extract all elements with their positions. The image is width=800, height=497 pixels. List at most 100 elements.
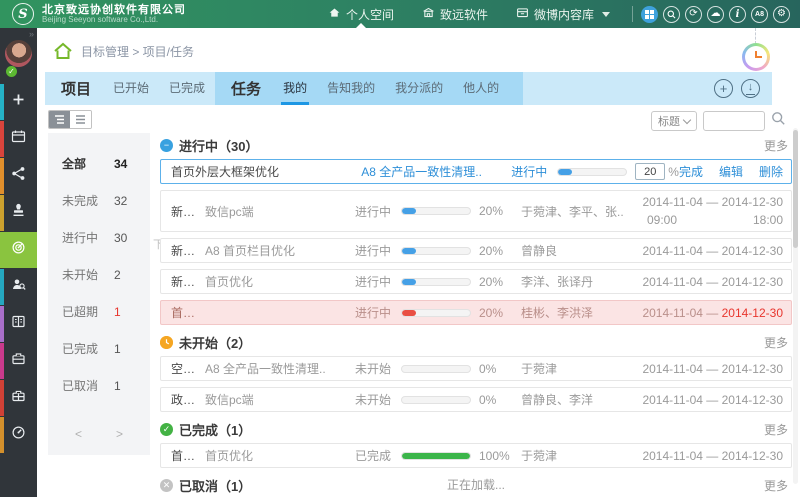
- task-row[interactable]: 新老首页大背景图上传A8 首页栏目优化进行中20%曾静良2014-11-04 —…: [160, 238, 792, 263]
- topbar-icon-group: ⟳ ☁ i A8 ⚙: [641, 6, 800, 23]
- sync-icon[interactable]: ⟳: [685, 6, 702, 23]
- date-line: 2014-11-04 — 2014-12-30: [633, 447, 783, 465]
- stat-label: 已取消: [62, 377, 114, 394]
- tab-project[interactable]: 项目: [45, 78, 103, 99]
- sidebar-item-address-book[interactable]: [0, 306, 37, 342]
- delete-link[interactable]: 删除: [759, 163, 783, 180]
- plus-icon: [11, 92, 26, 112]
- stat-row-未完成[interactable]: 未完成32: [48, 182, 150, 219]
- task-project[interactable]: A8 全产品一致性清理..: [361, 163, 511, 180]
- tree-view-button[interactable]: [49, 111, 70, 128]
- subtab-task-告知我的[interactable]: 告知我的: [317, 72, 385, 105]
- search-field-dropdown[interactable]: 标题: [651, 111, 697, 131]
- task-row[interactable]: 首页外层大框架优化首页优化已完成100%于菀津2014-11-04 — 2014…: [160, 443, 792, 468]
- progress-fill: [558, 169, 572, 175]
- list-view-button[interactable]: [70, 111, 91, 128]
- sidebar-item-workflow[interactable]: [0, 158, 37, 194]
- pager-next-icon[interactable]: >: [116, 427, 123, 441]
- task-row[interactable]: 首页外层大框架优化A8 全产品一致性清理..进行中%完成编辑删除: [160, 159, 792, 184]
- search-input[interactable]: [703, 111, 765, 131]
- scrollbar-thumb[interactable]: [793, 130, 798, 248]
- date-start: 2014-11-04 —: [642, 244, 721, 258]
- task-row[interactable]: 政务新首页工作项致信pc端未开始0%曾静良、李洋2014-11-04 — 201…: [160, 387, 792, 412]
- check-icon[interactable]: ✓: [160, 423, 173, 436]
- top-nav: 个人空间致远软件微博内容库: [314, 0, 624, 28]
- pager-prev-icon[interactable]: <: [75, 427, 82, 441]
- date-range: 2014-11-04 — 2014-12-30: [633, 242, 783, 260]
- group-header: ✓已完成（1）更多: [160, 418, 792, 440]
- nav-item-weibo-library[interactable]: 微博内容库: [502, 0, 624, 28]
- complete-link[interactable]: 完成: [679, 163, 703, 180]
- stat-label: 进行中: [62, 229, 114, 246]
- clock-icon[interactable]: [160, 336, 173, 349]
- add-task-button[interactable]: +: [714, 79, 733, 98]
- cloud-icon[interactable]: ☁: [707, 6, 724, 23]
- item-color-strip: [0, 121, 4, 157]
- subtab-project-已完成[interactable]: 已完成: [159, 72, 215, 105]
- hanging-clock-widget[interactable]: [741, 28, 771, 74]
- tab-bar: 项目 已开始已完成 任务 我的告知我的我分派的他人的 + ↓: [45, 72, 772, 105]
- date-range: 2014-11-04 — 2014-12-30: [633, 447, 783, 465]
- assignee-names: 曾静良、李洋: [521, 391, 633, 408]
- task-list: −进行中（30）更多首页外层大框架优化A8 全产品一致性清理..进行中%完成编辑…: [160, 130, 792, 497]
- progress-fill: [402, 208, 416, 214]
- group-more-link[interactable]: 更多: [764, 334, 792, 351]
- a8-icon[interactable]: A8: [751, 6, 768, 23]
- sidebar-item-approval[interactable]: [0, 195, 37, 231]
- task-status: 已完成: [355, 447, 401, 464]
- search-submit-icon[interactable]: [771, 111, 786, 131]
- nav-item-seeyon-software[interactable]: 致远软件: [408, 0, 502, 28]
- stat-row-全部[interactable]: 全部34: [48, 145, 150, 182]
- download-button[interactable]: ↓: [741, 79, 760, 98]
- progress-percent: 20%: [479, 306, 521, 320]
- search-icon[interactable]: [663, 6, 680, 23]
- progress-input[interactable]: [635, 163, 665, 180]
- sidebar-item-schedule[interactable]: [0, 121, 37, 157]
- task-row[interactable]: 新首页新增栏目细分首页优化进行中20%李洋、张译丹2014-11-04 — 20…: [160, 269, 792, 294]
- item-color-strip: [0, 306, 4, 342]
- group-label: 未开始（2）: [179, 333, 251, 352]
- sidebar-item-dashboard[interactable]: [0, 417, 37, 453]
- subtab-task-我的[interactable]: 我的: [273, 72, 317, 105]
- group-more-link[interactable]: 更多: [764, 421, 792, 438]
- group-more-link[interactable]: 更多: [764, 137, 792, 154]
- nav-item-personal-space[interactable]: 个人空间: [314, 0, 408, 28]
- sidebar-item-business[interactable]: [0, 343, 37, 379]
- item-color-strip: [0, 343, 4, 379]
- stat-row-进行中[interactable]: 进行中30: [48, 219, 150, 256]
- settings-icon[interactable]: ⚙: [773, 6, 790, 23]
- sidebar-item-toolbox[interactable]: [0, 380, 37, 416]
- subtab-project-已开始[interactable]: 已开始: [103, 72, 159, 105]
- task-row[interactable]: 新老首页并存功能（确认新老框架切换的方式）致信pc端进行中20%于菀津、李平、张…: [160, 190, 792, 232]
- stat-row-已超期[interactable]: 已超期1: [48, 293, 150, 330]
- gauge-icon: [11, 425, 26, 445]
- stat-row-未开始[interactable]: 未开始2: [48, 256, 150, 293]
- task-title: 首页外层大框架优化: [171, 304, 205, 321]
- progress-bar: [401, 396, 471, 404]
- sidebar-item-hr[interactable]: [0, 269, 37, 305]
- sidebar-item-target-management[interactable]: [0, 232, 37, 268]
- date-range: 2014-11-04 — 2014-12-30: [633, 304, 783, 322]
- stat-label: 未完成: [62, 192, 114, 209]
- company-logo: S 北京致远协创软件有限公司 Beijing Seeyon software C…: [0, 3, 186, 25]
- time-end: 18:00: [753, 211, 783, 229]
- archive-icon: [516, 6, 529, 22]
- edit-link[interactable]: 编辑: [719, 163, 743, 180]
- collapse-minus-icon[interactable]: −: [160, 139, 173, 152]
- task-tab-group: 任务 我的告知我的我分派的他人的: [215, 72, 523, 105]
- progress-percent: 0%: [479, 393, 521, 407]
- apps-icon[interactable]: [641, 6, 658, 23]
- stat-row-已完成[interactable]: 已完成1: [48, 330, 150, 367]
- task-title: 新老首页并存功能（确认新老框架切换的方式）: [171, 203, 205, 220]
- info-icon[interactable]: i: [729, 6, 746, 23]
- user-avatar[interactable]: [5, 40, 32, 67]
- date-start: 2014-11-04 —: [642, 195, 721, 209]
- task-row[interactable]: 空间新增布局A8 全产品一致性清理..未开始0%于菀津2014-11-04 — …: [160, 356, 792, 381]
- subtab-task-我分派的[interactable]: 我分派的: [385, 72, 453, 105]
- subtab-task-他人的[interactable]: 他人的: [453, 72, 509, 105]
- tab-task[interactable]: 任务: [215, 78, 273, 99]
- sidebar-item-new-item[interactable]: [0, 84, 37, 120]
- stat-row-已取消[interactable]: 已取消1: [48, 367, 150, 404]
- task-row[interactable]: 首页外层大框架优化进行中20%桂彬、李洪泽2014-11-04 — 2014-1…: [160, 300, 792, 325]
- chevron-down-icon: [602, 12, 610, 17]
